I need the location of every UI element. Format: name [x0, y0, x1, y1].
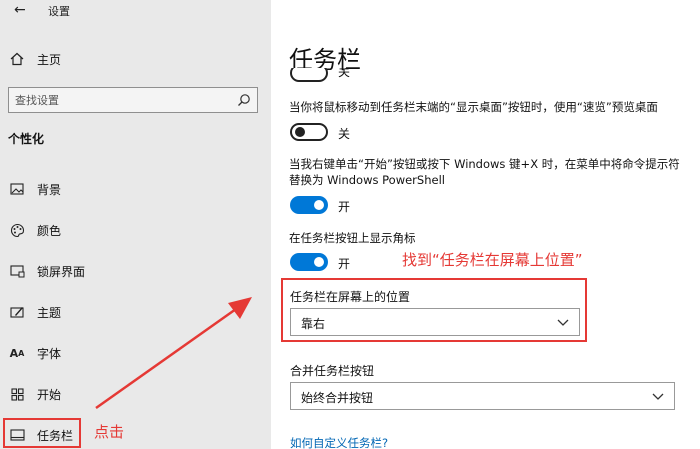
window-title: 设置 [48, 5, 70, 18]
sidebar-item-label: 字体 [37, 346, 62, 361]
sidebar-item-colors[interactable]: 颜色 [0, 215, 271, 245]
palette-icon [9, 222, 25, 238]
search-box[interactable] [8, 87, 258, 113]
clipped-toggle[interactable] [290, 68, 328, 82]
combine-value: 始终合并按钮 [301, 391, 374, 405]
sidebar-item-label: 锁屏界面 [37, 264, 86, 279]
lock-screen-icon [9, 263, 25, 279]
theme-icon [9, 304, 25, 320]
peek-toggle[interactable] [290, 123, 328, 141]
sidebar-item-label: 主题 [37, 305, 62, 320]
combine-label: 合并任务栏按钮 [290, 364, 375, 378]
sidebar-item-themes[interactable]: 主题 [0, 297, 271, 327]
sidebar-item-label: 背景 [37, 182, 62, 197]
sidebar-item-label: 开始 [37, 387, 62, 402]
chevron-down-icon [652, 393, 664, 400]
toggle-state-label: 开 [338, 257, 351, 271]
click-annotation: 点击 [94, 423, 125, 441]
clipped-toggle-label: 关 [338, 68, 351, 79]
customize-taskbar-link[interactable]: 如何自定义任务栏? [290, 435, 388, 449]
sidebar-item-label: 主页 [37, 52, 62, 67]
sidebar: ← 设置 主页 个性化 背景 颜色 锁屏界面 主题 AA [0, 0, 271, 449]
sidebar-item-home[interactable]: 主页 [0, 44, 271, 74]
badges-toggle[interactable] [290, 253, 328, 271]
setting-description: 当我右键单击“开始”按钮或按下 Windows 键+X 时，在菜单中将命令提示符… [289, 157, 680, 187]
picture-icon [9, 181, 25, 197]
section-title: 个性化 [8, 132, 45, 146]
search-icon[interactable] [237, 93, 251, 107]
sidebar-item-start[interactable]: 开始 [0, 379, 271, 409]
toggle-state-label: 关 [338, 127, 351, 141]
setting-description: 当你将鼠标移动到任务栏末端的“显示桌面”按钮时，使用“速览”预览桌面 [289, 100, 658, 114]
setting-description: 在任务栏按钮上显示角标 [289, 231, 416, 245]
search-input[interactable] [15, 91, 235, 109]
position-highlight-box [281, 278, 587, 342]
start-icon [9, 386, 25, 402]
sidebar-item-lock-screen[interactable]: 锁屏界面 [0, 256, 271, 286]
home-icon [9, 51, 25, 67]
sidebar-item-fonts[interactable]: AA 字体 [0, 338, 271, 368]
back-arrow-icon[interactable]: ← [14, 2, 26, 18]
sidebar-item-label: 颜色 [37, 223, 62, 238]
sidebar-item-background[interactable]: 背景 [0, 174, 271, 204]
taskbar-highlight-box [3, 418, 81, 448]
toggle-state-label: 开 [338, 200, 351, 214]
main-content: 任务栏 关 当你将鼠标移动到任务栏末端的“显示桌面”按钮时，使用“速览”预览桌面… [271, 0, 700, 449]
combine-dropdown[interactable]: 始终合并按钮 [290, 382, 675, 410]
powershell-toggle[interactable] [290, 196, 328, 214]
find-annotation: 找到“任务栏在屏幕上位置” [402, 251, 583, 269]
font-icon: AA [9, 346, 25, 360]
